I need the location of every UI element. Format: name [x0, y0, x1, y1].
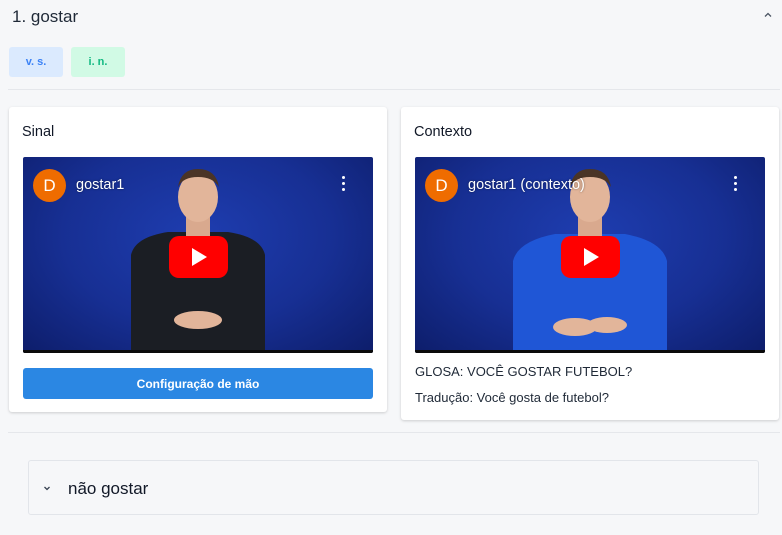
contexto-video-player[interactable]: D gostar1 (contexto): [415, 157, 765, 353]
sinal-card: Sinal D gostar1 Configuração de mão: [9, 107, 387, 412]
channel-avatar[interactable]: D: [33, 169, 66, 202]
more-vert-icon[interactable]: [339, 176, 347, 194]
sinal-card-title: Sinal: [22, 124, 55, 140]
tag-verb-simple: v. s.: [9, 47, 63, 77]
divider: [8, 432, 780, 433]
tag-intransitive: i. n.: [71, 47, 125, 77]
sinal-video-player[interactable]: D gostar1: [23, 157, 373, 353]
traducao-text: Tradução: Você gosta de futebol?: [415, 390, 609, 405]
contexto-card-title: Contexto: [414, 124, 473, 140]
play-icon[interactable]: [561, 236, 620, 278]
more-vert-icon[interactable]: [731, 176, 739, 194]
glosa-text: GLOSA: VOCÊ GOSTAR FUTEBOL?: [415, 364, 633, 379]
video-title[interactable]: gostar1: [76, 177, 124, 193]
channel-avatar[interactable]: D: [425, 169, 458, 202]
contexto-card: Contexto D gostar1 (contexto) GLOSA: VOC…: [401, 107, 779, 420]
entry-title[interactable]: 1. gostar: [12, 7, 78, 27]
sub-entry-accordion[interactable]: não gostar: [28, 460, 759, 515]
entry-panel: 1. gostar v. s. i. n. Sinal D gostar1 Co…: [0, 0, 782, 535]
video-progress-track: [23, 350, 373, 353]
video-progress-track: [415, 350, 765, 353]
video-title[interactable]: gostar1 (contexto): [468, 177, 585, 193]
divider: [8, 89, 780, 90]
play-icon[interactable]: [169, 236, 228, 278]
hand-config-button[interactable]: Configuração de mão: [23, 368, 373, 399]
sub-entry-title[interactable]: não gostar: [68, 479, 148, 499]
chevron-down-icon[interactable]: [41, 481, 53, 493]
chevron-up-icon[interactable]: [760, 7, 776, 23]
